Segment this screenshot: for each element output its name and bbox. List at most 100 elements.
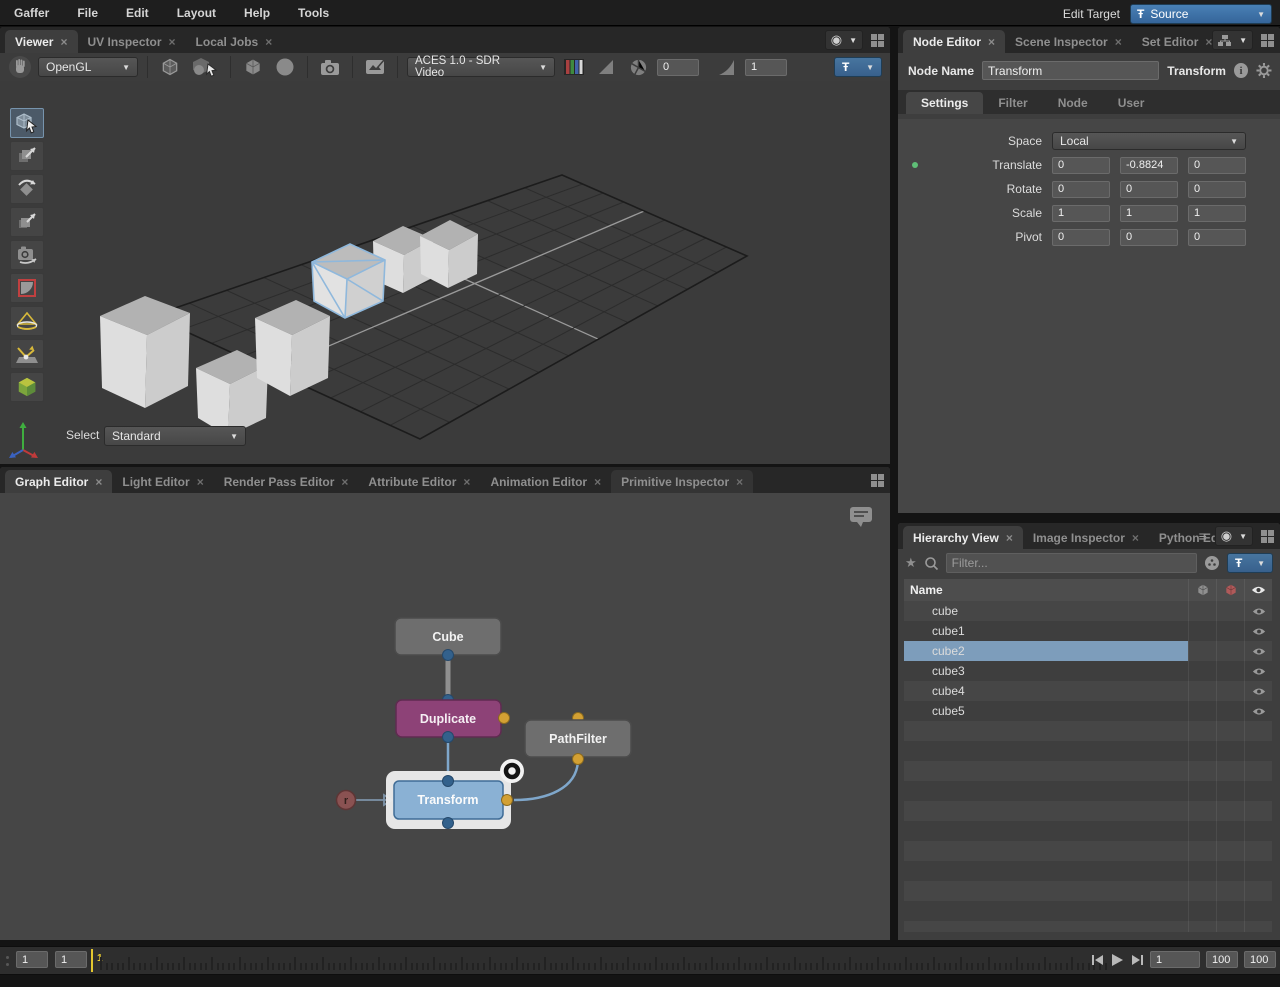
bounding-box-icon[interactable] bbox=[157, 55, 183, 79]
focus-ring-icon[interactable] bbox=[500, 759, 524, 783]
cube-cell[interactable] bbox=[1188, 681, 1216, 701]
edit-target-dropdown[interactable]: Ŧ Source ▼ bbox=[1130, 4, 1272, 24]
close-icon[interactable]: × bbox=[1006, 531, 1013, 545]
close-icon[interactable]: × bbox=[736, 475, 743, 489]
expression-plug[interactable]: r bbox=[337, 791, 393, 810]
shader-assignment-tool-button[interactable] bbox=[10, 372, 44, 402]
menu-file[interactable]: File bbox=[77, 6, 98, 20]
hamburger-icon[interactable]: ≡ bbox=[1199, 528, 1207, 544]
layout-grid-icon[interactable] bbox=[871, 474, 884, 487]
pan-hand-icon[interactable] bbox=[8, 55, 32, 79]
subtab-node[interactable]: Node bbox=[1043, 92, 1103, 114]
cube-column-icon[interactable] bbox=[1188, 579, 1216, 601]
gear-icon[interactable] bbox=[1256, 62, 1272, 79]
node-duplicate[interactable]: Duplicate bbox=[396, 695, 510, 743]
menu-layout[interactable]: Layout bbox=[177, 6, 216, 20]
hierarchy-row[interactable]: cube5 bbox=[904, 701, 1272, 721]
pivot-x-field[interactable] bbox=[1052, 229, 1110, 246]
rotate-x-field[interactable] bbox=[1052, 181, 1110, 198]
red-cube-cell[interactable] bbox=[1216, 681, 1244, 701]
viewport-3d[interactable]: Select Standard ▼ bbox=[0, 81, 890, 464]
gamma-field[interactable] bbox=[745, 59, 787, 76]
cube-cell[interactable] bbox=[1188, 661, 1216, 681]
menu-edit[interactable]: Edit bbox=[126, 6, 149, 20]
menu-tools[interactable]: Tools bbox=[298, 6, 329, 20]
close-icon[interactable]: × bbox=[463, 475, 470, 489]
scale-y-field[interactable] bbox=[1120, 205, 1178, 222]
playhead[interactable] bbox=[91, 949, 93, 972]
subtab-settings[interactable]: Settings bbox=[906, 92, 983, 114]
row-name[interactable]: cube bbox=[904, 601, 1188, 621]
skip-to-end-icon[interactable] bbox=[1130, 953, 1144, 967]
visibility-toggle[interactable] bbox=[1244, 661, 1272, 681]
close-icon[interactable]: × bbox=[60, 35, 67, 49]
select-mode-dropdown[interactable]: Standard ▼ bbox=[104, 426, 246, 446]
tab-node-editor[interactable]: Node Editor× bbox=[903, 30, 1005, 53]
subtab-user[interactable]: User bbox=[1103, 92, 1160, 114]
tab-light-editor[interactable]: Light Editor× bbox=[112, 470, 213, 493]
layout-grid-icon[interactable] bbox=[1261, 530, 1274, 543]
red-cube-cell[interactable] bbox=[1216, 701, 1244, 721]
name-column-header[interactable]: Name bbox=[904, 579, 1188, 601]
close-icon[interactable]: × bbox=[988, 35, 995, 49]
row-name[interactable]: cube4 bbox=[904, 681, 1188, 701]
gamma-curve-icon[interactable] bbox=[713, 55, 739, 79]
range-out-field[interactable] bbox=[1244, 951, 1276, 968]
tab-graph-editor[interactable]: Graph Editor× bbox=[5, 470, 112, 493]
hierarchy-row[interactable]: cube1 bbox=[904, 621, 1272, 641]
hierarchy-row[interactable]: cube4 bbox=[904, 681, 1272, 701]
close-icon[interactable]: × bbox=[341, 475, 348, 489]
select-tool-button[interactable] bbox=[10, 108, 44, 138]
node-cube[interactable]: Cube bbox=[395, 618, 501, 661]
close-icon[interactable]: × bbox=[1132, 531, 1139, 545]
sphere-icon[interactable] bbox=[272, 55, 298, 79]
connection-pathfilter-transform[interactable] bbox=[514, 759, 578, 800]
hierarchy-row[interactable]: cube2 bbox=[904, 641, 1272, 661]
close-icon[interactable]: × bbox=[1115, 35, 1122, 49]
image-view-icon[interactable] bbox=[362, 55, 388, 79]
renderer-dropdown[interactable]: OpenGL ▼ bbox=[38, 57, 138, 77]
translate-z-field[interactable] bbox=[1188, 157, 1246, 174]
viewer-pin-dropdown[interactable]: Ŧ ▼ bbox=[834, 57, 882, 77]
drag-handle[interactable] bbox=[6, 956, 9, 966]
info-icon[interactable]: i bbox=[1234, 63, 1248, 78]
crop-window-tool-button[interactable] bbox=[10, 273, 44, 303]
layout-grid-icon[interactable] bbox=[871, 34, 884, 47]
close-icon[interactable]: × bbox=[169, 35, 176, 49]
tab-attribute-editor[interactable]: Attribute Editor× bbox=[358, 470, 480, 493]
hierarchy-target-menu-button[interactable]: ◉ ▼ bbox=[1215, 526, 1253, 546]
tab-viewer[interactable]: Viewer× bbox=[5, 30, 78, 53]
red-cube-cell[interactable] bbox=[1216, 601, 1244, 621]
node-pathfilter[interactable]: PathFilter bbox=[525, 713, 631, 765]
cube-cell[interactable] bbox=[1188, 641, 1216, 661]
translate-y-field[interactable] bbox=[1120, 157, 1178, 174]
aperture-icon[interactable] bbox=[625, 55, 651, 79]
node-graph-canvas[interactable]: r Cube Duplicate PathFilter bbox=[0, 493, 890, 940]
close-icon[interactable]: × bbox=[594, 475, 601, 489]
tab-hierarchy-view[interactable]: Hierarchy View× bbox=[903, 526, 1023, 549]
skip-to-start-icon[interactable] bbox=[1091, 953, 1105, 967]
tab-set-editor[interactable]: Set Editor× bbox=[1132, 30, 1223, 53]
cube-cell[interactable] bbox=[1188, 601, 1216, 621]
timeline-ruler[interactable] bbox=[100, 947, 1116, 974]
bookmark-star-icon[interactable]: ★ bbox=[905, 555, 917, 571]
tab-scene-inspector[interactable]: Scene Inspector× bbox=[1005, 30, 1132, 53]
hierarchy-row[interactable]: cube bbox=[904, 601, 1272, 621]
cube-cell[interactable] bbox=[1188, 621, 1216, 641]
range-in-field[interactable] bbox=[1206, 951, 1238, 968]
tab-uv-inspector[interactable]: UV Inspector× bbox=[78, 30, 186, 53]
light-tool-button[interactable] bbox=[10, 306, 44, 336]
close-icon[interactable]: × bbox=[265, 35, 272, 49]
frame-field[interactable] bbox=[1150, 951, 1200, 968]
menu-gaffer[interactable]: Gaffer bbox=[14, 6, 49, 20]
row-name[interactable]: cube3 bbox=[904, 661, 1188, 681]
rgb-channels-icon[interactable] bbox=[561, 55, 587, 79]
cube-mesh[interactable] bbox=[255, 300, 330, 396]
camera-tool-button[interactable] bbox=[10, 240, 44, 270]
cube-mesh[interactable] bbox=[100, 296, 190, 408]
light-position-tool-button[interactable] bbox=[10, 339, 44, 369]
translate-x-field[interactable] bbox=[1052, 157, 1110, 174]
hierarchy-pin-dropdown[interactable]: Ŧ ▼ bbox=[1227, 553, 1273, 573]
display-transform-dropdown[interactable]: ACES 1.0 - SDR Video ▼ bbox=[407, 57, 555, 77]
row-name[interactable]: cube2 bbox=[904, 641, 1188, 661]
